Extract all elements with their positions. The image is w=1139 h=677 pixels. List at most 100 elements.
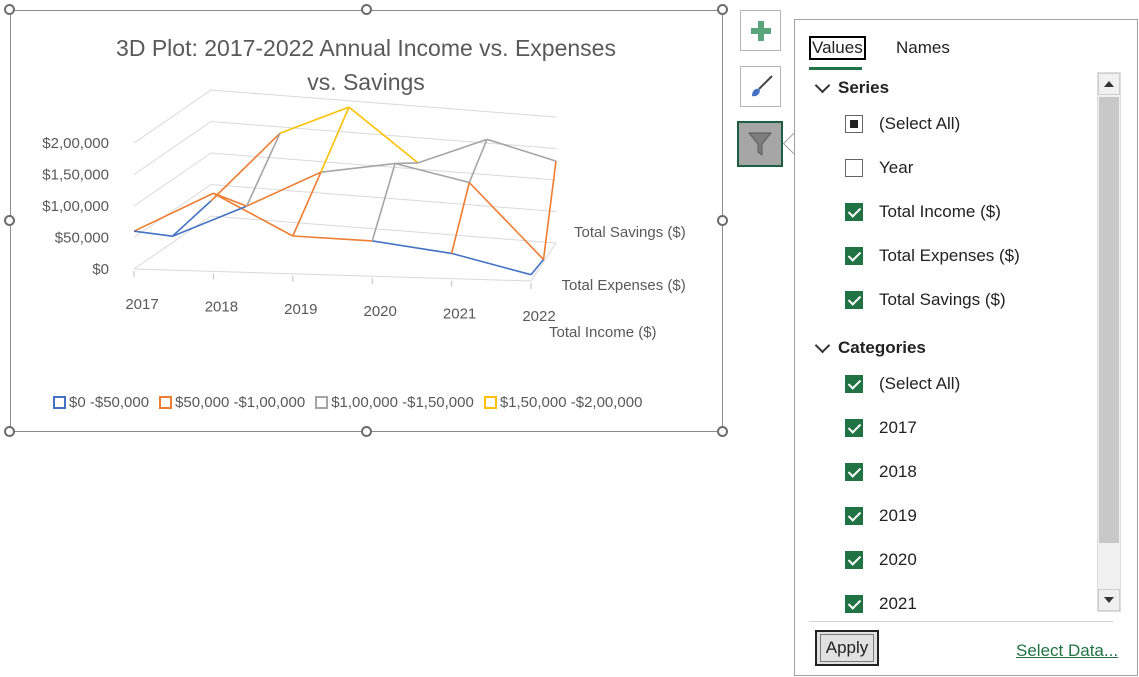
category-item[interactable]: 2017 [845,418,917,438]
tab-values[interactable]: Values [809,36,866,60]
category-tick-label: 2022 [522,308,555,325]
surface-line [247,172,321,206]
chart-legend[interactable]: $0 -$50,000 $50,000 -$1,00,000 $1,00,000 -… [53,394,642,411]
gridline [134,216,556,269]
category-label: 2021 [879,594,917,614]
category-item[interactable]: (Select All) [845,374,960,394]
z-tick-label: $1,50,000 [42,167,109,184]
plot-area[interactable]: $0$50,000$1,00,000$1,50,000$2,00,0002017… [11,11,722,431]
chart-elements-button[interactable] [740,10,781,51]
pane-divider [809,621,1113,622]
category-checkbox[interactable] [845,595,863,613]
category-label: 2018 [879,462,917,482]
series-group-header[interactable]: Series [817,78,889,98]
series-item[interactable]: Total Income ($) [845,202,1001,222]
legend-entry[interactable]: $1,50,000 -$2,00,000 [484,394,643,411]
apply-button-label: Apply [820,634,875,662]
category-label: 2020 [879,550,917,570]
category-item[interactable]: 2019 [845,506,917,526]
series-label: Total Savings ($) [879,290,1006,310]
scroll-thumb[interactable] [1099,97,1119,543]
legend-entry[interactable]: $0 -$50,000 [53,394,149,411]
series-item[interactable]: Year [845,158,913,178]
resize-handle-bottom-right[interactable] [717,426,728,437]
series-item[interactable]: Total Expenses ($) [845,246,1020,266]
series-item[interactable]: (Select All) [845,114,960,134]
surface-line [134,193,213,231]
category-item[interactable]: 2021 [845,594,917,614]
surface-line [487,139,556,161]
resize-handle-right[interactable] [717,215,728,226]
funnel-icon [747,130,773,158]
arrow-down-icon [1104,597,1114,603]
brush-icon [748,74,774,100]
series-checkbox[interactable] [845,291,863,309]
surface-line [395,163,418,164]
chart-area[interactable]: 3D Plot: 2017-2022 Annual Income vs. Exp… [10,10,723,432]
category-checkbox[interactable] [845,551,863,569]
categories-header-label: Categories [838,338,926,358]
resize-handle-top-right[interactable] [717,4,728,15]
filter-scrollbar[interactable] [1097,72,1121,612]
series-checkbox[interactable] [845,115,863,133]
series-checkbox[interactable] [845,203,863,221]
legend-swatch [315,396,328,409]
series-checkbox[interactable] [845,159,863,177]
resize-handle-top[interactable] [361,4,372,15]
category-checkbox[interactable] [845,507,863,525]
legend-swatch [484,396,497,409]
category-tick-label: 2019 [284,301,317,318]
resize-handle-bottom[interactable] [361,426,372,437]
series-label: Total Expenses ($) [879,246,1020,266]
legend-label: $1,50,000 -$2,00,000 [500,394,643,411]
resize-handle-bottom-left[interactable] [4,426,15,437]
series-tick-label: Total Income ($) [549,324,657,341]
select-data-link[interactable]: Select Data... [1016,641,1118,661]
tab-values-underline [809,67,862,70]
z-tick-label: $1,00,000 [42,198,109,215]
series-header-label: Series [838,78,889,98]
series-label: Total Income ($) [879,202,1001,222]
series-label: Year [879,158,913,178]
legend-entry[interactable]: $50,000 -$1,00,000 [159,394,305,411]
resize-handle-left[interactable] [4,215,15,226]
series-checkbox[interactable] [845,247,863,265]
category-checkbox[interactable] [845,463,863,481]
gridline [134,153,556,206]
tab-names[interactable]: Names [896,38,950,58]
surface-line [173,206,247,236]
surface-line [293,172,321,236]
category-tick-label: 2020 [364,303,397,320]
category-checkbox[interactable] [845,375,863,393]
legend-label: $0 -$50,000 [69,394,149,411]
category-item[interactable]: 2020 [845,550,917,570]
scroll-down-button[interactable] [1098,589,1120,611]
category-item[interactable]: 2018 [845,462,917,482]
floor-edge [134,243,556,281]
gridline [134,185,556,238]
legend-entry[interactable]: $1,00,000 -$1,50,000 [315,394,474,411]
surface-line [531,259,544,274]
surface-line [418,139,487,163]
legend-swatch [159,396,172,409]
surface-line [213,193,246,206]
legend-label: $50,000 -$1,00,000 [175,394,305,411]
chart-filters-button[interactable] [737,121,783,167]
chart-styles-button[interactable] [740,66,781,107]
series-item[interactable]: Total Savings ($) [845,290,1006,310]
surface-line [469,139,487,182]
category-tick-label: 2018 [205,298,238,315]
z-tick-label: $0 [92,261,109,278]
surface-line [293,236,372,241]
categories-group-header[interactable]: Categories [817,338,926,358]
category-tick-label: 2021 [443,306,476,323]
surface-line [247,133,280,206]
z-tick-label: $2,00,000 [42,135,109,152]
surface-line [349,107,418,163]
legend-swatch [53,396,66,409]
resize-handle-top-left[interactable] [4,4,15,15]
apply-button[interactable]: Apply [815,630,879,666]
series-label: (Select All) [879,114,960,134]
scroll-up-button[interactable] [1098,73,1120,95]
category-checkbox[interactable] [845,419,863,437]
